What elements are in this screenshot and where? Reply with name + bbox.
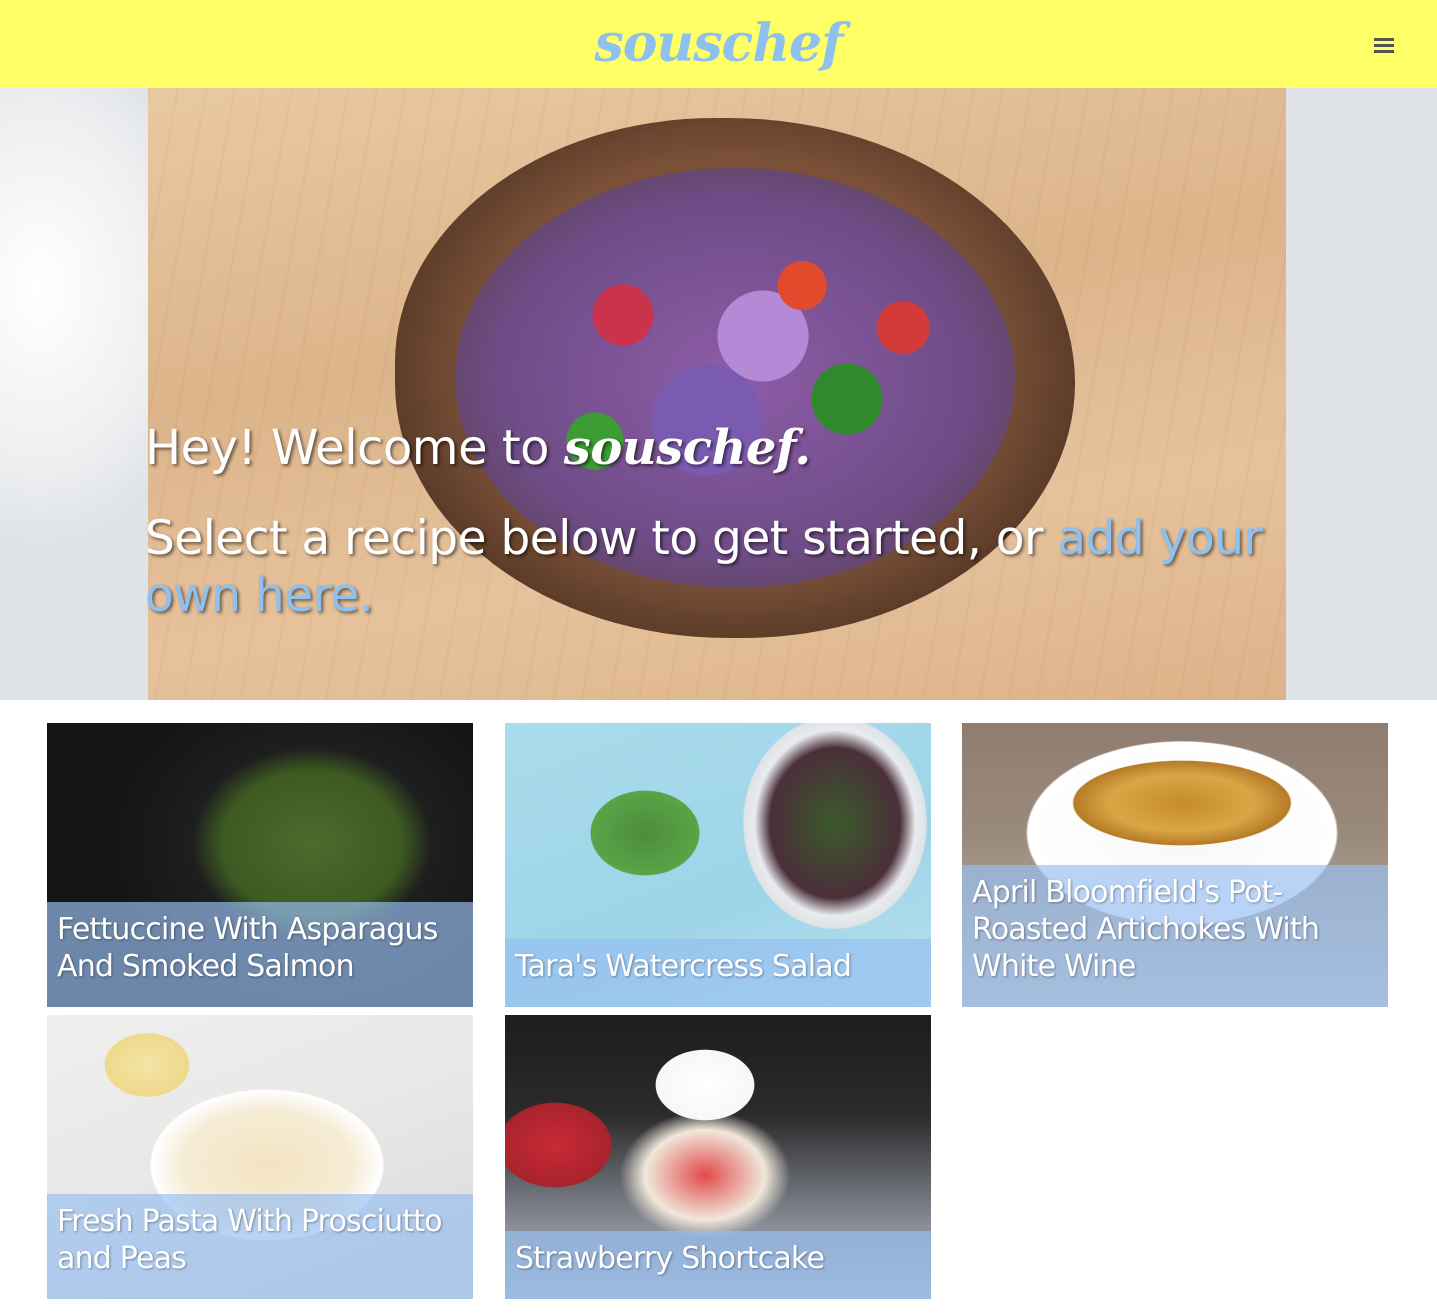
recipe-card[interactable]: Tara's Watercress Salad: [505, 723, 931, 1007]
recipe-card[interactable]: Fettuccine With Asparagus And Smoked Sal…: [47, 723, 473, 1007]
recipe-title[interactable]: April Bloomfield's Pot-Roasted Artichoke…: [962, 865, 1388, 1007]
recipe-card[interactable]: Strawberry Shortcake: [505, 1015, 931, 1299]
top-header: souschef: [0, 0, 1437, 88]
welcome-heading: Hey! Welcome to souschef.: [145, 418, 1265, 478]
recipe-card[interactable]: April Bloomfield's Pot-Roasted Artichoke…: [962, 723, 1388, 1007]
recipe-title[interactable]: Fettuccine With Asparagus And Smoked Sal…: [47, 902, 473, 1007]
souschef-logo[interactable]: souschef: [0, 14, 1437, 74]
recipe-title[interactable]: Fresh Pasta With Prosciutto and Peas: [47, 1194, 473, 1299]
subtitle-text: Select a recipe below to get started, or: [145, 511, 1058, 566]
hamburger-menu-icon[interactable]: [1374, 38, 1396, 58]
recipe-title[interactable]: Tara's Watercress Salad: [505, 939, 931, 1007]
welcome-subtitle: Select a recipe below to get started, or…: [145, 510, 1265, 624]
recipe-card[interactable]: Fresh Pasta With Prosciutto and Peas: [47, 1015, 473, 1299]
welcome-text: Hey! Welcome to: [145, 420, 564, 476]
welcome-brand-period: .: [794, 420, 811, 476]
hero-banner: Hey! Welcome to souschef. Select a recip…: [0, 88, 1437, 700]
recipe-title[interactable]: Strawberry Shortcake: [505, 1231, 931, 1299]
welcome-brand: souschef: [563, 420, 795, 476]
hero-text: Hey! Welcome to souschef. Select a recip…: [145, 418, 1265, 624]
